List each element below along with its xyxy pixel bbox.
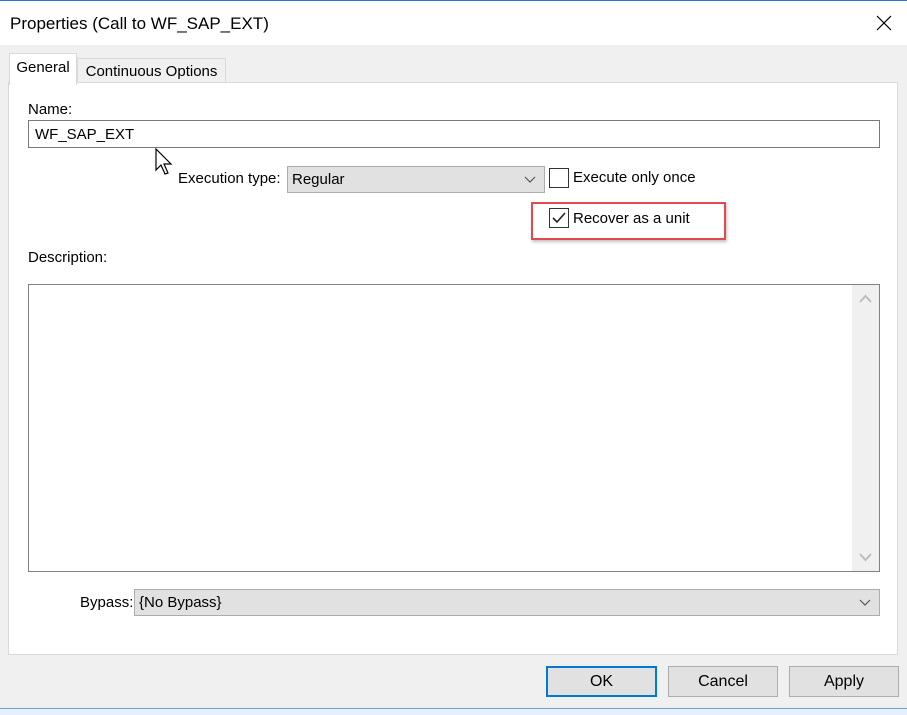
- apply-button[interactable]: Apply: [789, 666, 899, 697]
- description-label: Description:: [28, 249, 108, 266]
- description-field: [28, 284, 880, 572]
- cancel-button[interactable]: Cancel: [668, 666, 778, 697]
- window-title: Properties (Call to WF_SAP_EXT): [10, 14, 269, 33]
- scroll-up-button[interactable]: [852, 285, 879, 312]
- description-scrollbar[interactable]: [852, 285, 879, 571]
- checkmark-icon: [552, 212, 566, 224]
- chevron-down-icon: [524, 176, 536, 183]
- scroll-down-button[interactable]: [852, 544, 879, 571]
- close-button[interactable]: [868, 9, 900, 39]
- bypass-select[interactable]: {No Bypass}: [134, 589, 880, 616]
- name-input[interactable]: [28, 120, 880, 148]
- properties-dialog: Properties (Call to WF_SAP_EXT) General …: [0, 0, 907, 715]
- bottom-window-edge: [0, 708, 907, 715]
- bypass-label: Bypass:: [80, 594, 134, 611]
- tab-continuous-options[interactable]: Continuous Options: [77, 58, 226, 84]
- recover-as-unit-label[interactable]: Recover as a unit: [573, 210, 690, 227]
- chevron-down-icon: [859, 553, 872, 562]
- tab-general[interactable]: General: [9, 53, 77, 85]
- execution-type-label: Execution type:: [178, 170, 281, 187]
- execution-type-select[interactable]: Regular: [287, 166, 545, 193]
- name-label: Name:: [28, 101, 73, 118]
- bypass-value: {No Bypass}: [139, 594, 222, 611]
- ok-button[interactable]: OK: [546, 666, 657, 697]
- execution-type-value: Regular: [292, 171, 345, 188]
- execute-only-once-checkbox[interactable]: [549, 168, 569, 188]
- title-bar: Properties (Call to WF_SAP_EXT): [0, 1, 907, 45]
- recover-as-unit-checkbox[interactable]: [549, 208, 569, 228]
- close-icon: [876, 15, 892, 31]
- execute-only-once-label[interactable]: Execute only once: [573, 169, 696, 186]
- description-textarea[interactable]: [29, 285, 852, 571]
- chevron-up-icon: [859, 294, 872, 303]
- chevron-down-icon: [859, 599, 871, 606]
